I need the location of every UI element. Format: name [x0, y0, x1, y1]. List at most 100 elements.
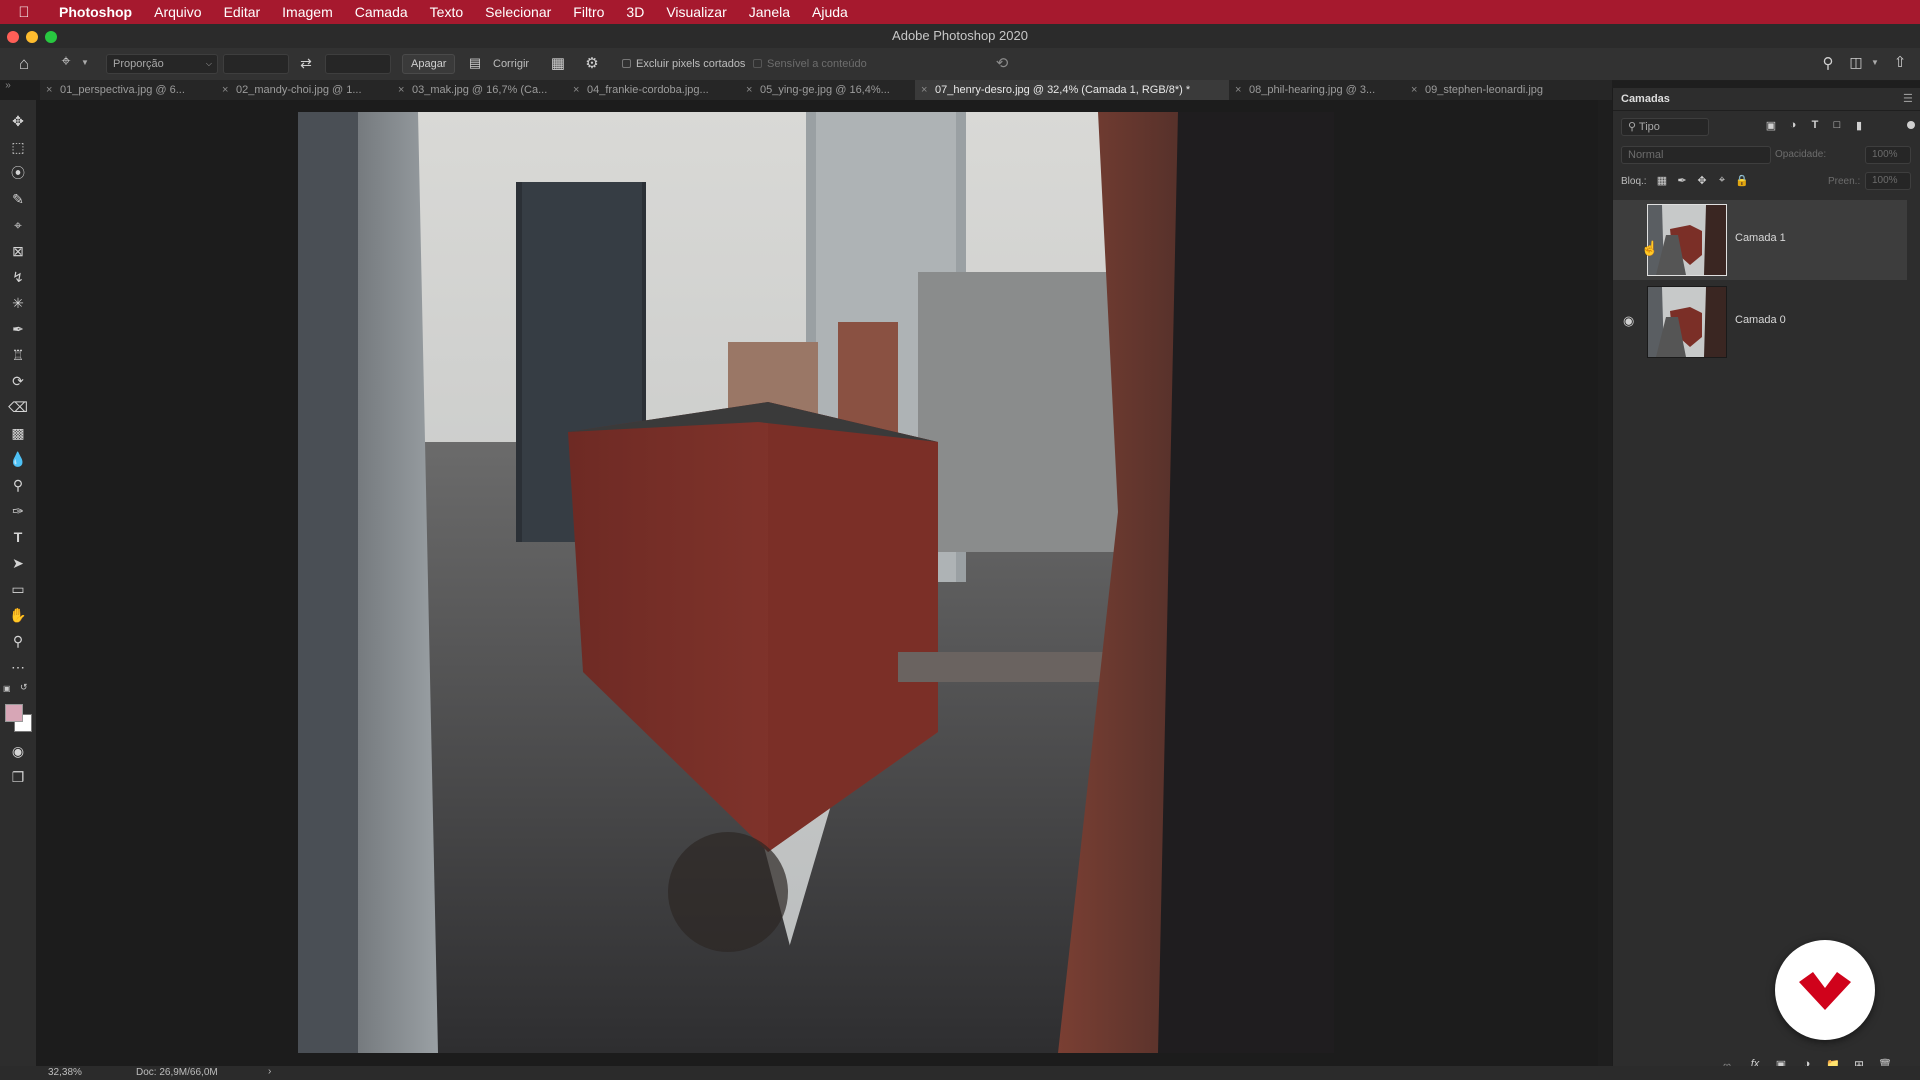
search-icon[interactable]: ⚲	[1818, 54, 1838, 72]
pen-tool-icon[interactable]: ✑	[6, 500, 30, 522]
screen-mode-icon[interactable]: ❐	[6, 766, 30, 788]
close-tab-icon[interactable]: ×	[921, 80, 927, 100]
menu-visualizar[interactable]: Visualizar	[655, 4, 737, 20]
workspace-icon[interactable]: ◫	[1846, 54, 1866, 71]
collapse-panel-icon[interactable]: »	[0, 80, 16, 91]
menu-selecionar[interactable]: Selecionar	[474, 4, 562, 20]
lasso-tool-icon[interactable]: ⦿	[6, 162, 30, 184]
close-tab-icon[interactable]: ×	[1411, 80, 1417, 100]
move-tool-icon[interactable]: ✥	[6, 110, 30, 132]
healing-brush-tool-icon[interactable]: ✳	[6, 292, 30, 314]
menu-filtro[interactable]: Filtro	[562, 4, 615, 20]
tab-document[interactable]: × 09_stephen-leonardi.jpg	[1405, 80, 1585, 100]
filter-toggle-icon[interactable]	[1907, 121, 1915, 129]
tab-document[interactable]: × 04_frankie-cordoba.jpg...	[567, 80, 740, 100]
menu-imagem[interactable]: Imagem	[271, 4, 344, 20]
chevron-down-icon[interactable]: ▼	[80, 58, 90, 67]
blur-tool-icon[interactable]: 💧	[6, 448, 30, 470]
close-tab-icon[interactable]: ×	[573, 80, 579, 100]
straighten-label[interactable]: Corrigir	[493, 58, 529, 70]
eyedropper-tool-icon[interactable]: ↯	[6, 266, 30, 288]
content-aware-checkbox[interactable]	[753, 59, 762, 68]
menu-app-name[interactable]: Photoshop	[48, 4, 143, 20]
zoom-tool-icon[interactable]: ⚲	[6, 630, 30, 652]
delete-button[interactable]: Apagar	[402, 54, 456, 74]
quick-mask-icon[interactable]: ◉	[6, 740, 30, 762]
tab-document[interactable]: × 03_mak.jpg @ 16,7% (Ca...	[392, 80, 567, 100]
menu-janela[interactable]: Janela	[738, 4, 801, 20]
cancel-crop-icon[interactable]: ⟲	[992, 54, 1012, 72]
quick-selection-tool-icon[interactable]: ✎	[6, 188, 30, 210]
gradient-tool-icon[interactable]: ▩	[6, 422, 30, 444]
tab-document[interactable]: × 05_ying-ge.jpg @ 16,4%...	[740, 80, 915, 100]
grid-overlay-icon[interactable]: ▦	[549, 54, 567, 72]
filter-type-icon[interactable]: T	[1807, 119, 1823, 131]
default-colors-icon[interactable]: ▣	[3, 684, 11, 693]
tab-document[interactable]: × 01_perspectiva.jpg @ 6...	[40, 80, 216, 100]
swap-icon[interactable]: ⇄	[297, 55, 315, 72]
menu-ajuda[interactable]: Ajuda	[801, 4, 859, 20]
status-menu-chevron-icon[interactable]: ›	[268, 1066, 271, 1077]
close-tab-icon[interactable]: ×	[46, 80, 52, 100]
frame-tool-icon[interactable]: ⊠	[6, 240, 30, 262]
clone-stamp-tool-icon[interactable]: ♖	[6, 344, 30, 366]
type-tool-icon[interactable]: T	[6, 526, 30, 548]
close-tab-icon[interactable]: ×	[746, 80, 752, 100]
document-canvas-image[interactable]	[298, 112, 1334, 1053]
crop-tool-icon[interactable]: ⌖	[6, 214, 30, 236]
close-tab-icon[interactable]: ×	[398, 80, 404, 100]
layer-name[interactable]: Camada 1	[1735, 232, 1786, 244]
apple-icon[interactable]: 	[0, 4, 48, 21]
tab-document-active[interactable]: × 07_henry-desro.jpg @ 32,4% (Camada 1, R…	[915, 80, 1229, 100]
straighten-icon[interactable]: ▤	[466, 55, 484, 71]
width-input[interactable]	[223, 54, 289, 74]
marquee-tool-icon[interactable]: ⬚	[6, 136, 30, 158]
crop-tool-icon[interactable]: ⌖	[56, 53, 76, 71]
zoom-level[interactable]: 32,38%	[48, 1067, 82, 1078]
delete-cropped-checkbox[interactable]	[622, 59, 631, 68]
filter-pixel-icon[interactable]: ▣	[1763, 119, 1779, 132]
menu-3d[interactable]: 3D	[615, 4, 655, 20]
panel-menu-icon[interactable]: ☰	[1903, 92, 1913, 105]
close-tab-icon[interactable]: ×	[222, 80, 228, 100]
lock-all-icon[interactable]: 🔒	[1735, 174, 1749, 187]
blend-mode-select[interactable]: Normal	[1621, 146, 1771, 164]
opacity-input[interactable]: 100%	[1865, 146, 1911, 164]
lock-position-icon[interactable]: ✥	[1695, 174, 1709, 187]
lock-pixels-icon[interactable]: ✒	[1675, 174, 1689, 187]
path-selection-tool-icon[interactable]: ➤	[6, 552, 30, 574]
history-brush-tool-icon[interactable]: ⟳	[6, 370, 30, 392]
share-icon[interactable]: ⇧	[1890, 53, 1910, 71]
height-input[interactable]	[325, 54, 391, 74]
eraser-tool-icon[interactable]: ⌫	[6, 396, 30, 418]
swap-colors-icon[interactable]: ↺	[20, 682, 30, 692]
tab-document[interactable]: × 02_mandy-choi.jpg @ 1...	[216, 80, 392, 100]
layer-name[interactable]: Camada 0	[1735, 314, 1786, 326]
close-tab-icon[interactable]: ×	[1235, 80, 1241, 100]
chevron-down-icon[interactable]: ▼	[1870, 58, 1880, 67]
eye-icon[interactable]: ◉	[1623, 313, 1639, 329]
layers-panel-title[interactable]: Camadas	[1621, 93, 1670, 105]
rectangle-tool-icon[interactable]: ▭	[6, 578, 30, 600]
foreground-color-swatch[interactable]	[5, 704, 23, 722]
brush-tool-icon[interactable]: ✒	[6, 318, 30, 340]
menu-arquivo[interactable]: Arquivo	[143, 4, 212, 20]
hand-tool-icon[interactable]: ✋	[6, 604, 30, 626]
layer-row[interactable]: ◉ Camada 0	[1613, 282, 1907, 362]
lock-transparent-icon[interactable]: ▦	[1655, 174, 1669, 187]
menu-texto[interactable]: Texto	[419, 4, 474, 20]
lock-artboard-icon[interactable]: ⌖	[1715, 174, 1729, 187]
filter-shape-icon[interactable]: □	[1829, 119, 1845, 131]
dodge-tool-icon[interactable]: ⚲	[6, 474, 30, 496]
filter-smart-object-icon[interactable]: ▮	[1851, 119, 1867, 132]
more-tools-icon[interactable]: ⋯	[6, 656, 30, 678]
tab-document[interactable]: × 08_phil-hearing.jpg @ 3...	[1229, 80, 1405, 100]
gear-icon[interactable]: ⚙	[583, 54, 601, 72]
filter-adjustment-icon[interactable]: ◑	[1785, 119, 1801, 131]
fill-input[interactable]: 100%	[1865, 172, 1911, 190]
menu-editar[interactable]: Editar	[213, 4, 272, 20]
ratio-select[interactable]: Proporção ⌵	[106, 54, 218, 74]
home-icon[interactable]: ⌂	[14, 54, 34, 74]
menu-camada[interactable]: Camada	[344, 4, 419, 20]
layer-filter-select[interactable]: ⚲ Tipo	[1621, 118, 1709, 136]
